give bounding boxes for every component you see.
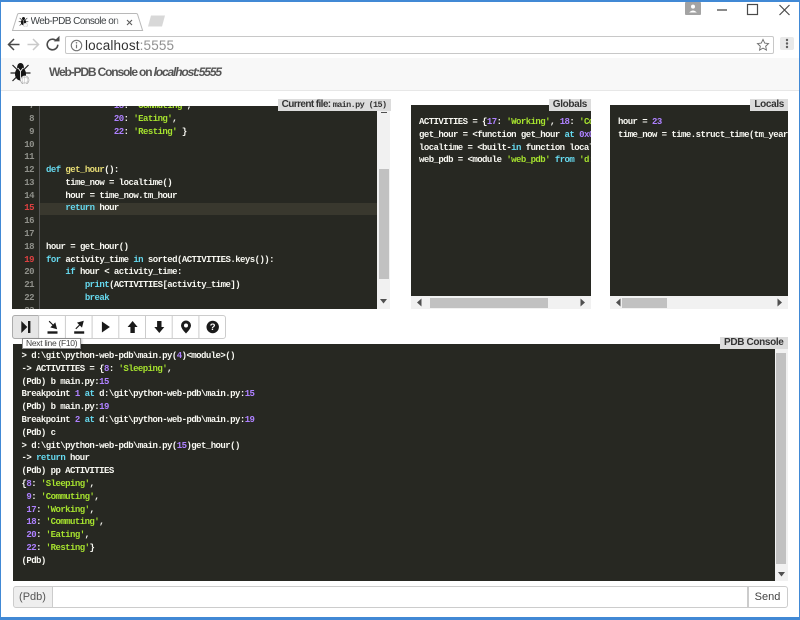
svg-text:?: ? — [210, 322, 216, 333]
